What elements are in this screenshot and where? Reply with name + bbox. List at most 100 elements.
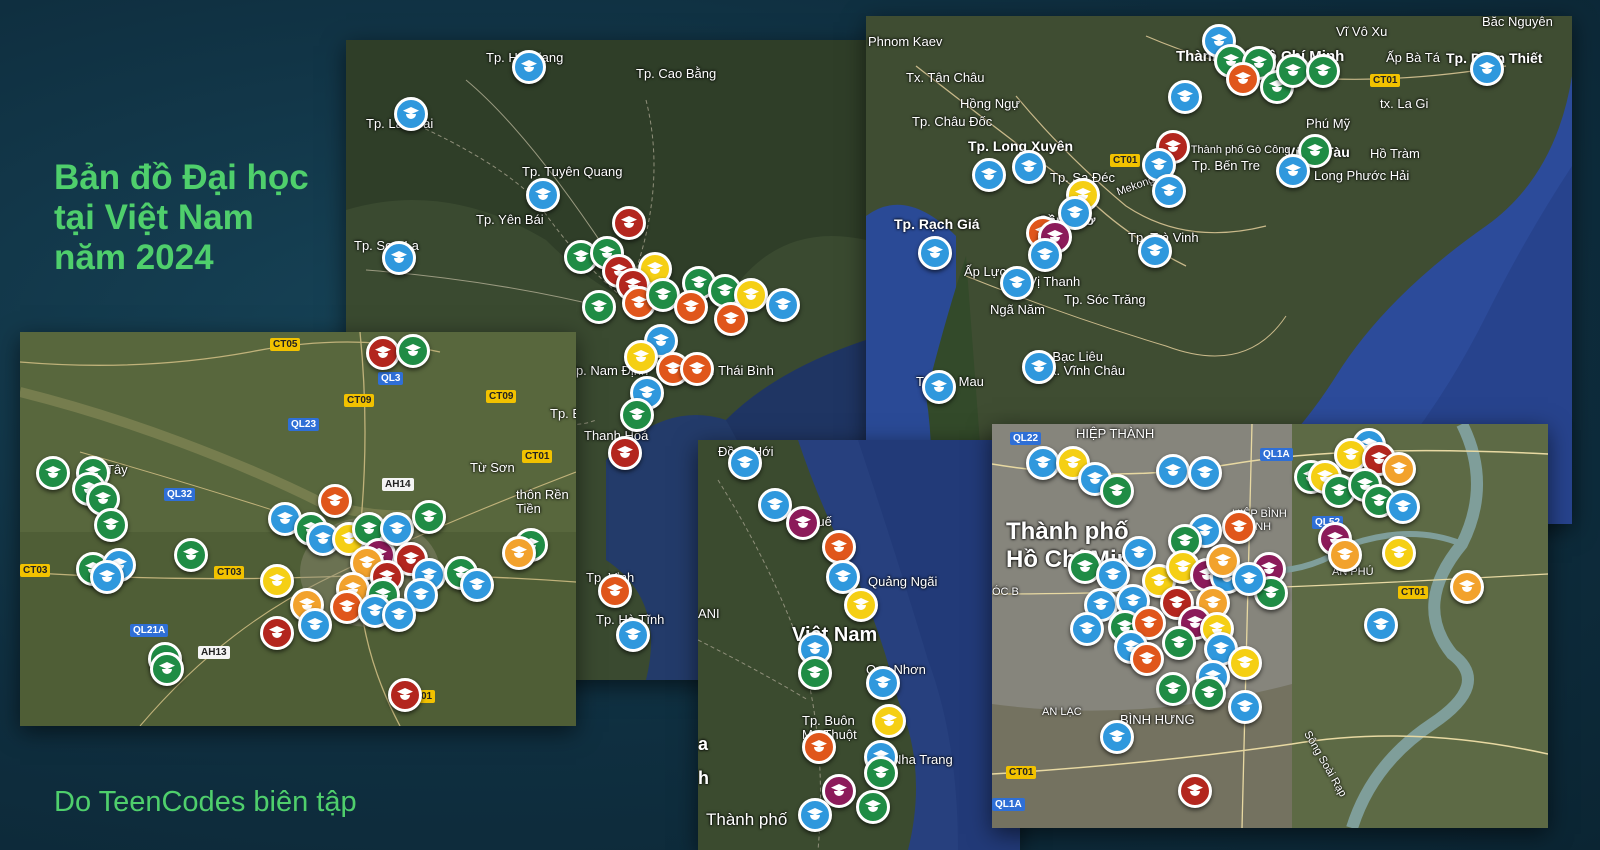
university-pin[interactable] — [918, 236, 952, 270]
university-pin[interactable] — [972, 158, 1006, 192]
university-pin[interactable] — [1226, 62, 1260, 96]
university-pin[interactable] — [382, 598, 416, 632]
place-label: Bắc Nguyên — [1482, 16, 1553, 29]
university-pin[interactable] — [1162, 626, 1196, 660]
university-pin[interactable] — [620, 398, 654, 432]
university-pin[interactable] — [1232, 562, 1266, 596]
university-pin[interactable] — [1228, 646, 1262, 680]
university-pin[interactable] — [1012, 150, 1046, 184]
university-pin[interactable] — [1026, 446, 1060, 480]
university-pin[interactable] — [90, 560, 124, 594]
place-label: Tp. B — [550, 406, 576, 421]
university-pin[interactable] — [1000, 266, 1034, 300]
university-pin[interactable] — [786, 506, 820, 540]
university-pin[interactable] — [866, 666, 900, 700]
university-pin[interactable] — [1178, 774, 1212, 808]
place-label: Long Phước Hải — [1314, 168, 1410, 183]
university-pin[interactable] — [1386, 490, 1420, 524]
university-pin[interactable] — [366, 336, 400, 370]
university-pin[interactable] — [1382, 536, 1416, 570]
university-pin[interactable] — [872, 704, 906, 738]
university-pin[interactable] — [174, 538, 208, 572]
university-pin[interactable] — [1100, 474, 1134, 508]
university-pin[interactable] — [1100, 720, 1134, 754]
university-pin[interactable] — [798, 798, 832, 832]
university-pin[interactable] — [674, 290, 708, 324]
road-label: CT01 — [1006, 766, 1037, 779]
university-pin[interactable] — [1328, 538, 1362, 572]
university-pin[interactable] — [1188, 456, 1222, 490]
university-pin[interactable] — [612, 206, 646, 240]
university-pin[interactable] — [1450, 570, 1484, 604]
university-pin[interactable] — [616, 618, 650, 652]
university-pin[interactable] — [1306, 54, 1340, 88]
road-label: CT03 — [214, 566, 245, 579]
university-pin[interactable] — [526, 178, 560, 212]
university-pin[interactable] — [1130, 642, 1164, 676]
university-pin[interactable] — [582, 290, 616, 324]
university-pin[interactable] — [822, 530, 856, 564]
university-pin[interactable] — [1228, 690, 1262, 724]
map-central[interactable]: Đồng Hới Huế Quảng Ngãi Việt Nam Quy Nhơ… — [698, 440, 1020, 850]
university-pin[interactable] — [502, 536, 536, 570]
place-label: thôn Rền Tiền — [516, 487, 569, 516]
university-pin[interactable] — [1070, 612, 1104, 646]
place-label: Nha Trang — [892, 752, 953, 767]
university-pin[interactable] — [460, 568, 494, 602]
university-pin[interactable] — [94, 508, 128, 542]
road-label: AH14 — [382, 478, 414, 491]
university-pin[interactable] — [1156, 672, 1190, 706]
university-pin[interactable] — [380, 512, 414, 546]
title-line-3: năm 2024 — [54, 238, 214, 277]
university-pin[interactable] — [608, 436, 642, 470]
university-pin[interactable] — [36, 456, 70, 490]
university-pin[interactable] — [388, 678, 422, 712]
university-pin[interactable] — [624, 340, 658, 374]
place-label: Phnom Kaev — [868, 34, 943, 49]
road-label: QL1A — [992, 798, 1025, 811]
university-pin[interactable] — [1222, 510, 1256, 544]
university-pin[interactable] — [728, 446, 762, 480]
university-pin[interactable] — [802, 730, 836, 764]
university-pin[interactable] — [1022, 350, 1056, 384]
university-pin[interactable] — [260, 616, 294, 650]
university-pin[interactable] — [680, 352, 714, 386]
place-label: Vĩ Vô Xu — [1336, 24, 1388, 39]
page-title: Bản đồ Đại học tại Việt Nam năm 2024 — [54, 158, 344, 278]
university-pin[interactable] — [1028, 238, 1062, 272]
university-pin[interactable] — [318, 484, 352, 518]
university-pin[interactable] — [1152, 174, 1186, 208]
university-pin[interactable] — [394, 97, 428, 131]
university-pin[interactable] — [1138, 234, 1172, 268]
university-pin[interactable] — [512, 50, 546, 84]
place-label: Quảng Ngãi — [868, 574, 938, 589]
university-pin[interactable] — [412, 500, 446, 534]
university-pin[interactable] — [150, 652, 184, 686]
university-pin[interactable] — [1382, 452, 1416, 486]
university-pin[interactable] — [298, 608, 332, 642]
place-label: Hồng Ngự — [960, 96, 1021, 111]
university-pin[interactable] — [1276, 54, 1310, 88]
map-hanoi[interactable]: Tây Từ Sơn thôn Rền Tiền Tp. B CT05 QL3 … — [20, 332, 576, 726]
university-pin[interactable] — [1168, 80, 1202, 114]
university-pin[interactable] — [714, 302, 748, 336]
university-pin[interactable] — [598, 574, 632, 608]
university-pin[interactable] — [382, 241, 416, 275]
university-pin[interactable] — [798, 656, 832, 690]
university-pin[interactable] — [1364, 608, 1398, 642]
place-label: Thành phố — [706, 810, 788, 829]
university-pin[interactable] — [766, 288, 800, 322]
university-pin[interactable] — [922, 370, 956, 404]
university-pin[interactable] — [396, 334, 430, 368]
university-pin[interactable] — [864, 756, 898, 790]
university-pin[interactable] — [1276, 154, 1310, 188]
road-label: QL1A — [1260, 448, 1293, 461]
map-hcm[interactable]: HIỆP THÀNH Thành phố Hồ Chí Minh HIỆP BÌ… — [992, 424, 1548, 828]
road-label: QL22 — [1010, 432, 1042, 445]
university-pin[interactable] — [1156, 454, 1190, 488]
university-pin[interactable] — [260, 564, 294, 598]
university-pin[interactable] — [1470, 52, 1504, 86]
university-pin[interactable] — [844, 588, 878, 622]
university-pin[interactable] — [1192, 676, 1226, 710]
university-pin[interactable] — [856, 790, 890, 824]
